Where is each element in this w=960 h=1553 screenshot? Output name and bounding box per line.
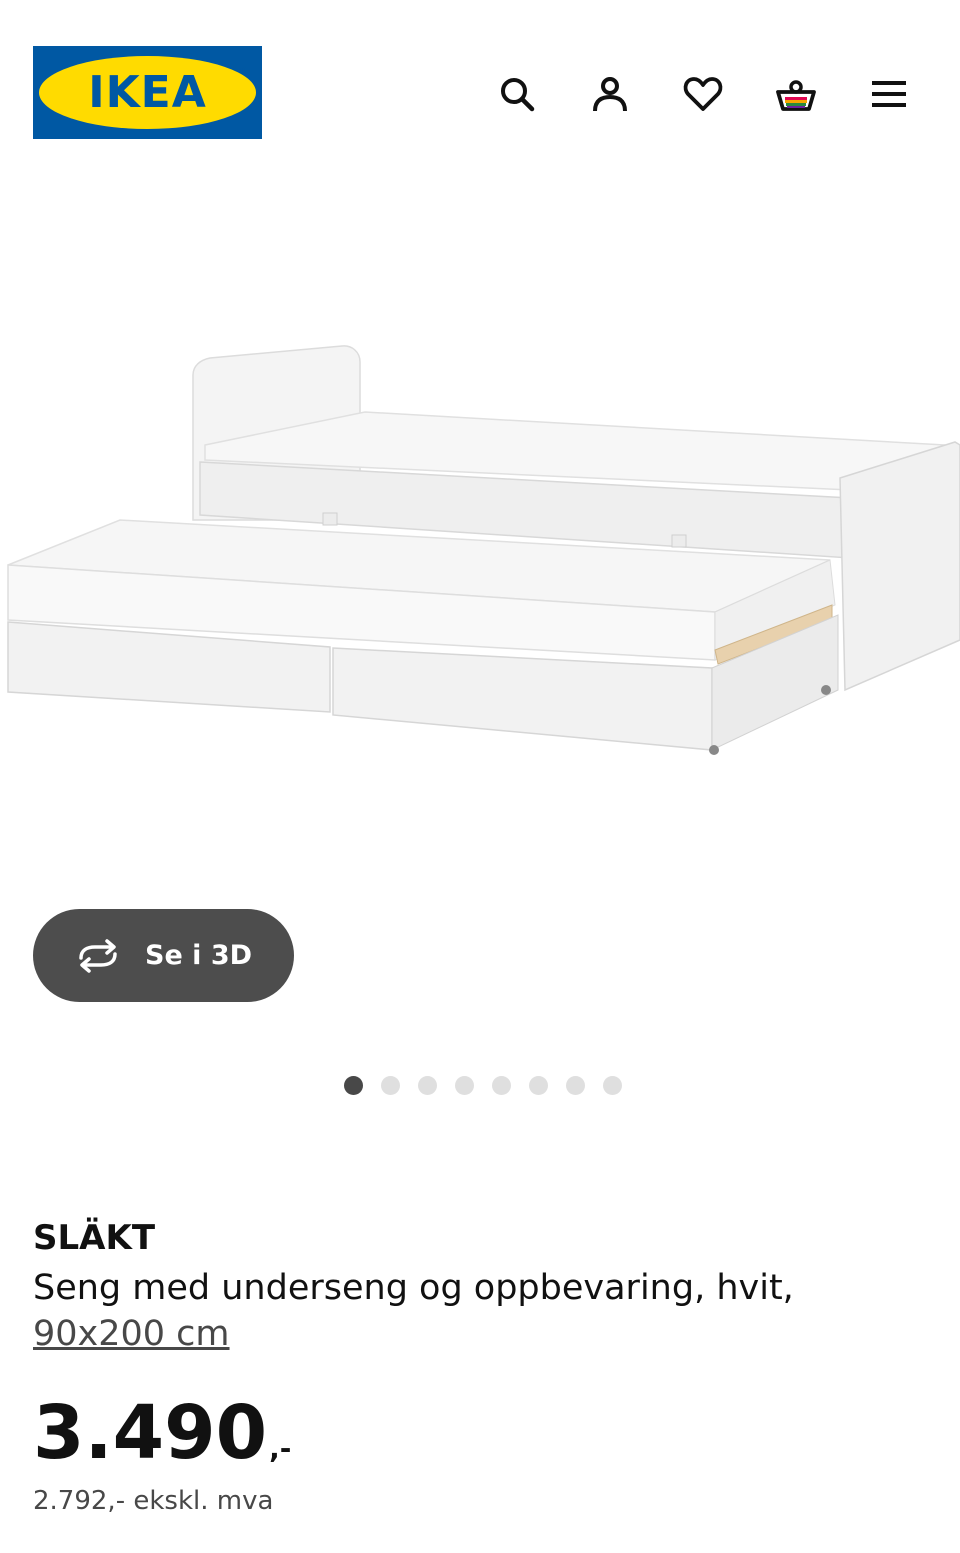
price-amount: 3.490 [33, 1390, 268, 1476]
logo-registered-mark: ® [239, 66, 248, 76]
gallery-dot[interactable] [603, 1076, 622, 1095]
gallery-dot[interactable] [492, 1076, 511, 1095]
product-price: 3.490 ,- [33, 1390, 291, 1476]
rotate-3d-icon [73, 938, 123, 974]
gallery-dot[interactable] [418, 1076, 437, 1095]
account-icon[interactable] [586, 70, 634, 118]
menu-icon[interactable] [865, 70, 913, 118]
view-3d-button[interactable]: Se i 3D [33, 909, 294, 1002]
ikea-logo[interactable]: IKEA ® [33, 46, 262, 139]
basket-icon[interactable] [772, 70, 820, 118]
header: IKEA ® [0, 0, 960, 190]
product-name: SLÄKT [33, 1218, 156, 1258]
product-size-link[interactable]: 90x200 cm [33, 1311, 230, 1357]
product-description: Seng med underseng og oppbevaring, hvit, [33, 1268, 794, 1308]
price-ex-vat: 2.792,- ekskl. mva [33, 1486, 274, 1516]
heart-icon[interactable] [679, 70, 727, 118]
price-suffix: ,- [269, 1432, 292, 1465]
gallery-dot[interactable] [455, 1076, 474, 1095]
gallery-dot[interactable] [566, 1076, 585, 1095]
search-icon[interactable] [493, 70, 541, 118]
gallery-dot[interactable] [381, 1076, 400, 1095]
product-image[interactable] [0, 300, 960, 800]
view-3d-label: Se i 3D [145, 940, 253, 971]
gallery-dot[interactable] [344, 1076, 363, 1095]
gallery-pagination [344, 1076, 622, 1095]
logo-wordmark: IKEA [88, 67, 207, 118]
gallery-dot[interactable] [529, 1076, 548, 1095]
